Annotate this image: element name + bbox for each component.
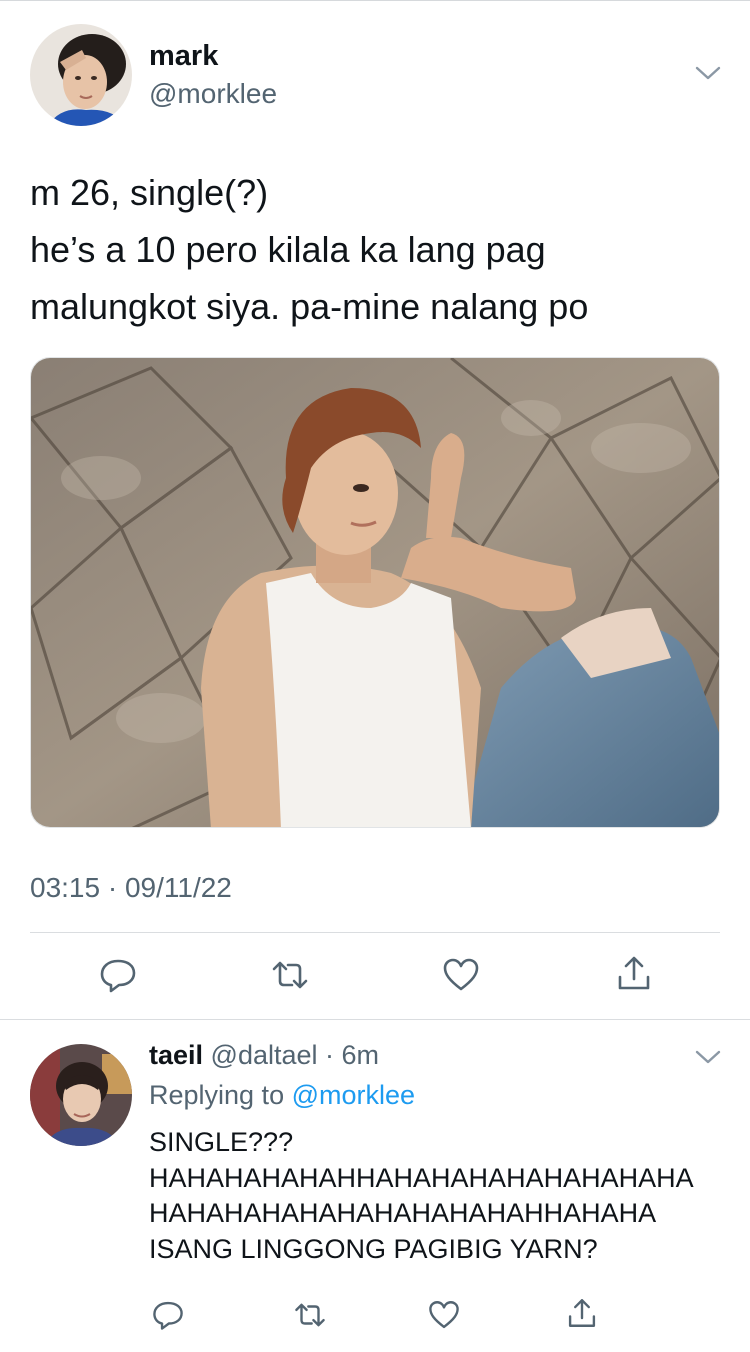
tweet-timestamp[interactable]: 03:15 · 09/11/22 bbox=[30, 872, 232, 904]
reply-text: SINGLE??? HAHAHAHAHAHHAHAHAHAHAHAHAHAHA … bbox=[149, 1125, 694, 1267]
author-name[interactable]: mark bbox=[149, 40, 218, 73]
tweet-media-photo[interactable] bbox=[30, 357, 720, 828]
chevron-down-icon[interactable] bbox=[694, 1048, 722, 1066]
replying-to: Replying to @morklee bbox=[149, 1080, 415, 1111]
reply-text-line: HAHAHAHAHAHAHAHAHAHAHHAHAHA bbox=[149, 1198, 657, 1228]
reply-icon bbox=[100, 959, 136, 993]
share-button[interactable] bbox=[614, 953, 654, 993]
heart-icon bbox=[443, 958, 479, 991]
reply-retweet-button[interactable] bbox=[293, 1298, 327, 1332]
tweet-text-line: m 26, single(?) bbox=[30, 172, 269, 213]
avatar-image bbox=[30, 1044, 132, 1146]
replying-to-link[interactable]: @morklee bbox=[292, 1080, 415, 1110]
replying-to-label: Replying to bbox=[149, 1080, 292, 1110]
reply-author-name[interactable]: taeil bbox=[149, 1040, 203, 1070]
reply-age[interactable]: 6m bbox=[342, 1040, 380, 1070]
tweet-text: m 26, single(?) he’s a 10 pero kilala ka… bbox=[30, 164, 720, 335]
top-divider bbox=[0, 0, 750, 1]
heart-icon bbox=[429, 1301, 459, 1329]
author-handle[interactable]: @morklee bbox=[149, 78, 277, 110]
retweet-icon bbox=[295, 1303, 325, 1327]
share-icon bbox=[568, 1299, 596, 1327]
reply-reply-button[interactable] bbox=[151, 1298, 185, 1332]
reply-author-handle[interactable]: @daltael bbox=[211, 1040, 318, 1070]
reply-like-button[interactable] bbox=[427, 1298, 461, 1332]
reply-text-line: SINGLE??? bbox=[149, 1127, 294, 1157]
divider bbox=[30, 932, 720, 933]
tweet-text-line: malungkot siya. pa-mine nalang po bbox=[30, 286, 589, 327]
retweet-icon bbox=[272, 961, 308, 989]
author-avatar[interactable] bbox=[30, 24, 132, 126]
reply-icon bbox=[153, 1301, 183, 1330]
tweet-text-line: he’s a 10 pero kilala ka lang pag bbox=[30, 229, 546, 270]
reply-header: taeil @daltael · 6m bbox=[149, 1040, 379, 1071]
chevron-down-icon[interactable] bbox=[694, 64, 722, 82]
section-divider bbox=[0, 1019, 750, 1020]
share-icon bbox=[618, 956, 650, 990]
photo-image bbox=[31, 358, 719, 827]
like-button[interactable] bbox=[441, 955, 481, 995]
reply-button[interactable] bbox=[98, 955, 138, 995]
reply-author-avatar[interactable] bbox=[30, 1044, 132, 1146]
retweet-button[interactable] bbox=[270, 955, 310, 995]
reply-text-line: ISANG LINGGONG PAGIBIG YARN? bbox=[149, 1233, 598, 1264]
reply-text-line: HAHAHAHAHAHHAHAHAHAHAHAHAHAHA bbox=[149, 1162, 694, 1193]
reply-share-button[interactable] bbox=[565, 1296, 599, 1330]
separator-dot: · bbox=[317, 1040, 342, 1070]
avatar-image bbox=[30, 24, 132, 126]
